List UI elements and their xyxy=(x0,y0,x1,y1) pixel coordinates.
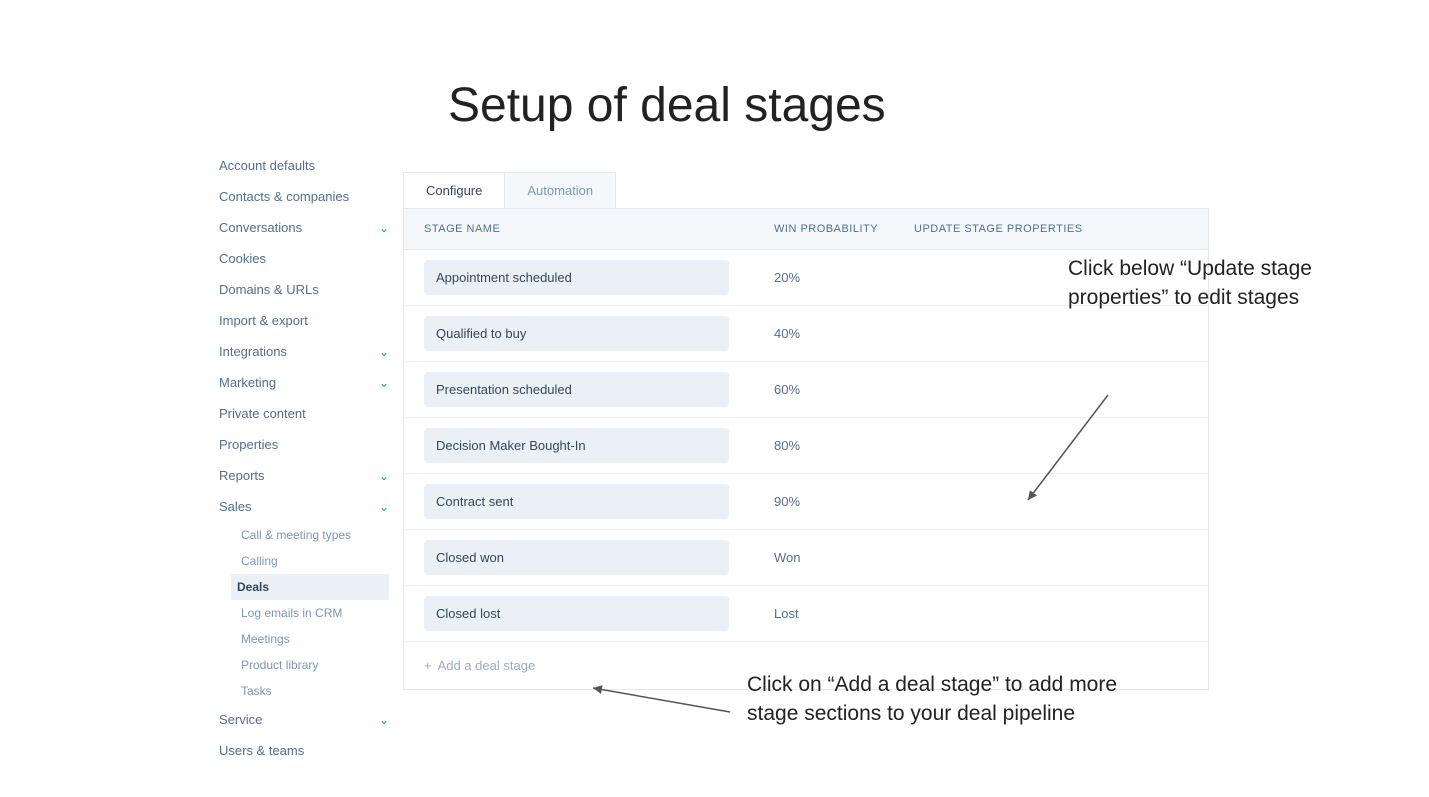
table-header: STAGE NAME WIN PROBABILITY UPDATE STAGE … xyxy=(404,209,1208,250)
sidebar-subitem-meetings[interactable]: Meetings xyxy=(237,626,389,652)
sidebar-item-label: Import & export xyxy=(219,313,308,328)
sidebar-item-label: Service xyxy=(219,712,262,727)
win-probability-cell[interactable]: Lost xyxy=(774,606,914,621)
chevron-down-icon: ⌄ xyxy=(379,469,389,483)
sidebar-item-marketing[interactable]: Marketing ⌄ xyxy=(219,367,389,398)
chevron-down-icon: ⌄ xyxy=(379,713,389,727)
sidebar-subitem-calling[interactable]: Calling xyxy=(237,548,389,574)
sidebar-item-reports[interactable]: Reports ⌄ xyxy=(219,460,389,491)
sidebar-item-import-export[interactable]: Import & export xyxy=(219,305,389,336)
table-row[interactable]: Contract sent 90% xyxy=(404,474,1208,530)
table-row[interactable]: Closed won Won xyxy=(404,530,1208,586)
chevron-down-icon: ⌄ xyxy=(379,345,389,359)
sidebar-item-conversations[interactable]: Conversations ⌄ xyxy=(219,212,389,243)
sidebar-subitem-deals[interactable]: Deals xyxy=(231,574,389,600)
win-probability-cell[interactable]: 60% xyxy=(774,382,914,397)
col-header-stage-name: STAGE NAME xyxy=(424,223,774,235)
sidebar-item-label: Integrations xyxy=(219,344,287,359)
table-row[interactable]: Closed lost Lost xyxy=(404,586,1208,642)
sidebar-item-label: Cookies xyxy=(219,251,266,266)
sidebar-item-label: Conversations xyxy=(219,220,302,235)
sidebar-item-integrations[interactable]: Integrations ⌄ xyxy=(219,336,389,367)
stage-name-cell[interactable]: Qualified to buy xyxy=(424,316,729,351)
tab-automation[interactable]: Automation xyxy=(505,173,615,208)
tab-configure[interactable]: Configure xyxy=(404,173,505,208)
plus-icon: + xyxy=(424,658,432,673)
sidebar-subitem-product-library[interactable]: Product library xyxy=(237,652,389,678)
stage-name-cell[interactable]: Appointment scheduled xyxy=(424,260,729,295)
col-header-update-stage-properties: UPDATE STAGE PROPERTIES xyxy=(914,223,1188,235)
sidebar-item-private-content[interactable]: Private content xyxy=(219,398,389,429)
sidebar-item-label: Contacts & companies xyxy=(219,189,349,204)
sidebar-item-cookies[interactable]: Cookies xyxy=(219,243,389,274)
stage-name-cell[interactable]: Decision Maker Bought-In xyxy=(424,428,729,463)
sales-submenu: Call & meeting types Calling Deals Log e… xyxy=(219,522,389,704)
settings-sidebar: Account defaults Contacts & companies Co… xyxy=(219,150,389,766)
sidebar-item-label: Marketing xyxy=(219,375,276,390)
main-panel: Configure Automation STAGE NAME WIN PROB… xyxy=(403,172,1209,690)
sidebar-item-sales[interactable]: Sales ⌄ xyxy=(219,491,389,522)
table-row[interactable]: Qualified to buy 40% xyxy=(404,306,1208,362)
win-probability-cell[interactable]: 40% xyxy=(774,326,914,341)
chevron-down-icon: ⌄ xyxy=(379,376,389,390)
stage-name-cell[interactable]: Closed lost xyxy=(424,596,729,631)
win-probability-cell[interactable]: 20% xyxy=(774,270,914,285)
annotation-callout-update-stage: Click below “Update stage properties” to… xyxy=(1068,254,1418,313)
stage-name-cell[interactable]: Closed won xyxy=(424,540,729,575)
sidebar-subitem-tasks[interactable]: Tasks xyxy=(237,678,389,704)
col-header-win-probability: WIN PROBABILITY xyxy=(774,223,914,235)
sidebar-item-label: Reports xyxy=(219,468,265,483)
tab-bar: Configure Automation xyxy=(403,172,616,208)
sidebar-subitem-log-emails[interactable]: Log emails in CRM xyxy=(237,600,389,626)
sidebar-item-label: Properties xyxy=(219,437,278,452)
table-row[interactable]: Presentation scheduled 60% xyxy=(404,362,1208,418)
sidebar-item-label: Private content xyxy=(219,406,306,421)
table-row[interactable]: Decision Maker Bought-In 80% xyxy=(404,418,1208,474)
sidebar-item-label: Domains & URLs xyxy=(219,282,319,297)
add-deal-stage-label: Add a deal stage xyxy=(438,658,536,673)
sidebar-item-service[interactable]: Service ⌄ xyxy=(219,704,389,735)
chevron-down-icon: ⌄ xyxy=(379,500,389,514)
sidebar-item-contacts-companies[interactable]: Contacts & companies xyxy=(219,181,389,212)
win-probability-cell[interactable]: 90% xyxy=(774,494,914,509)
sidebar-item-domains-urls[interactable]: Domains & URLs xyxy=(219,274,389,305)
page-title: Setup of deal stages xyxy=(448,78,886,133)
chevron-down-icon: ⌄ xyxy=(379,221,389,235)
sidebar-item-users-teams[interactable]: Users & teams xyxy=(219,735,389,766)
sidebar-item-label: Account defaults xyxy=(219,158,315,173)
win-probability-cell[interactable]: Won xyxy=(774,550,914,565)
annotation-callout-add-stage: Click on “Add a deal stage” to add more … xyxy=(747,670,1147,729)
sidebar-item-label: Sales xyxy=(219,499,252,514)
win-probability-cell[interactable]: 80% xyxy=(774,438,914,453)
sidebar-item-label: Users & teams xyxy=(219,743,304,758)
sidebar-item-properties[interactable]: Properties xyxy=(219,429,389,460)
stage-name-cell[interactable]: Presentation scheduled xyxy=(424,372,729,407)
stage-name-cell[interactable]: Contract sent xyxy=(424,484,729,519)
sidebar-item-account-defaults[interactable]: Account defaults xyxy=(219,150,389,181)
sidebar-subitem-call-meeting-types[interactable]: Call & meeting types xyxy=(237,522,389,548)
